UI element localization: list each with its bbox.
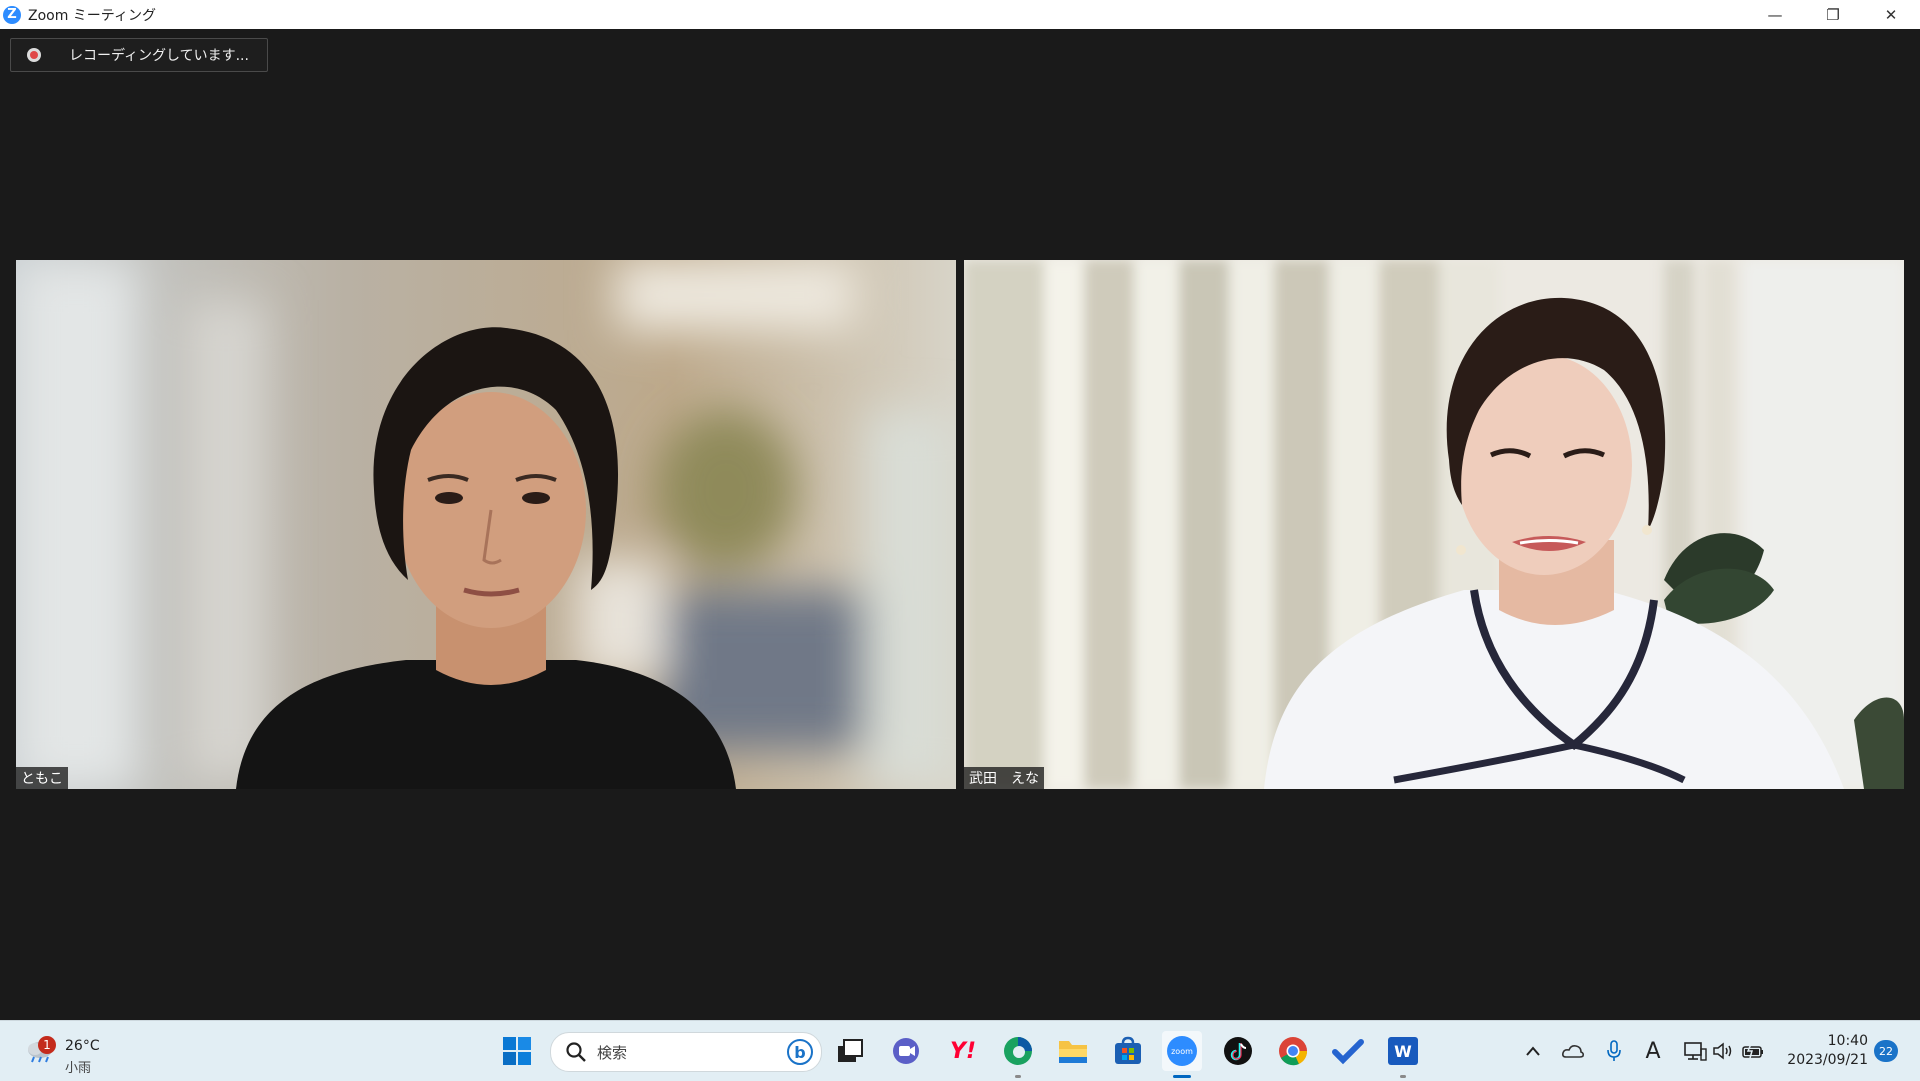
window-title-bar: Z Zoom ミーティング — ❐ ✕ xyxy=(0,0,1920,29)
running-indicator xyxy=(1015,1075,1021,1078)
search-placeholder: 検索 xyxy=(597,1043,628,1062)
zoom-app-icon[interactable]: zoom xyxy=(1162,1031,1202,1078)
zoom-logo-icon: Z xyxy=(3,5,21,24)
participant-2-video xyxy=(964,260,1904,789)
recording-label: レコーディングしています... xyxy=(69,48,249,64)
minimize-button[interactable]: — xyxy=(1746,0,1804,29)
video-tile-participant-2[interactable]: 武田 えな xyxy=(964,260,1904,789)
weather-widget[interactable]: 1 26°C 小雨 xyxy=(20,1029,130,1076)
svg-text:b: b xyxy=(794,1043,805,1062)
microsoft-todo-icon[interactable] xyxy=(1328,1031,1368,1071)
window-title: Zoom ミーティング xyxy=(28,7,156,24)
taskbar-search[interactable]: 検索 b xyxy=(550,1032,822,1072)
bing-chat-icon[interactable]: b xyxy=(785,1037,815,1067)
network-icon[interactable] xyxy=(1682,1037,1708,1065)
recording-dot-icon xyxy=(27,48,41,62)
active-indicator xyxy=(1173,1075,1191,1078)
restore-button[interactable]: ❐ xyxy=(1804,0,1862,29)
weather-condition: 小雨 xyxy=(65,1061,92,1076)
battery-icon[interactable] xyxy=(1740,1037,1766,1065)
edge-browser-icon[interactable] xyxy=(998,1031,1038,1078)
clock-date: 2023/09/21 xyxy=(1787,1052,1868,1068)
taskbar: 1 26°C 小雨 検索 b Y! zoom W A 10:40 2023/09… xyxy=(0,1020,1920,1081)
notification-count-badge[interactable]: 22 xyxy=(1874,1040,1898,1062)
microsoft-store-icon[interactable] xyxy=(1108,1031,1148,1071)
onedrive-icon[interactable] xyxy=(1560,1037,1586,1065)
microphone-icon[interactable] xyxy=(1603,1037,1625,1065)
recording-indicator[interactable]: レコーディングしています... xyxy=(10,38,268,72)
weather-temp: 26°C xyxy=(65,1038,100,1054)
file-explorer-icon[interactable] xyxy=(1053,1031,1093,1071)
participant-name-tag: ともこ xyxy=(16,767,68,789)
word-label: W xyxy=(1388,1037,1418,1065)
volume-icon[interactable] xyxy=(1711,1037,1735,1065)
microsoft-word-icon[interactable]: W xyxy=(1383,1031,1423,1078)
windows-start-icon[interactable] xyxy=(497,1031,537,1071)
close-button[interactable]: ✕ xyxy=(1862,0,1920,29)
running-indicator xyxy=(1400,1075,1406,1078)
weather-alert-badge: 1 xyxy=(38,1036,56,1054)
participant-name-tag: 武田 えな xyxy=(964,767,1044,789)
ime-mode-indicator[interactable]: A xyxy=(1641,1037,1665,1065)
participant-1-video xyxy=(16,260,956,789)
show-hidden-icons-chevron-up-icon[interactable] xyxy=(1522,1037,1544,1065)
clock-time: 10:40 xyxy=(1827,1033,1868,1049)
video-tile-participant-1[interactable]: ともこ xyxy=(16,260,956,789)
zoom-app-label: zoom xyxy=(1167,1036,1197,1066)
tiktok-icon[interactable] xyxy=(1218,1031,1258,1071)
chrome-icon[interactable] xyxy=(1273,1031,1313,1071)
yahoo-icon[interactable]: Y! xyxy=(943,1031,983,1071)
task-view-icon[interactable] xyxy=(830,1031,870,1071)
search-icon xyxy=(566,1042,586,1062)
taskbar-clock[interactable]: 10:40 2023/09/21 xyxy=(1780,1032,1868,1070)
teams-chat-icon[interactable] xyxy=(886,1031,926,1071)
